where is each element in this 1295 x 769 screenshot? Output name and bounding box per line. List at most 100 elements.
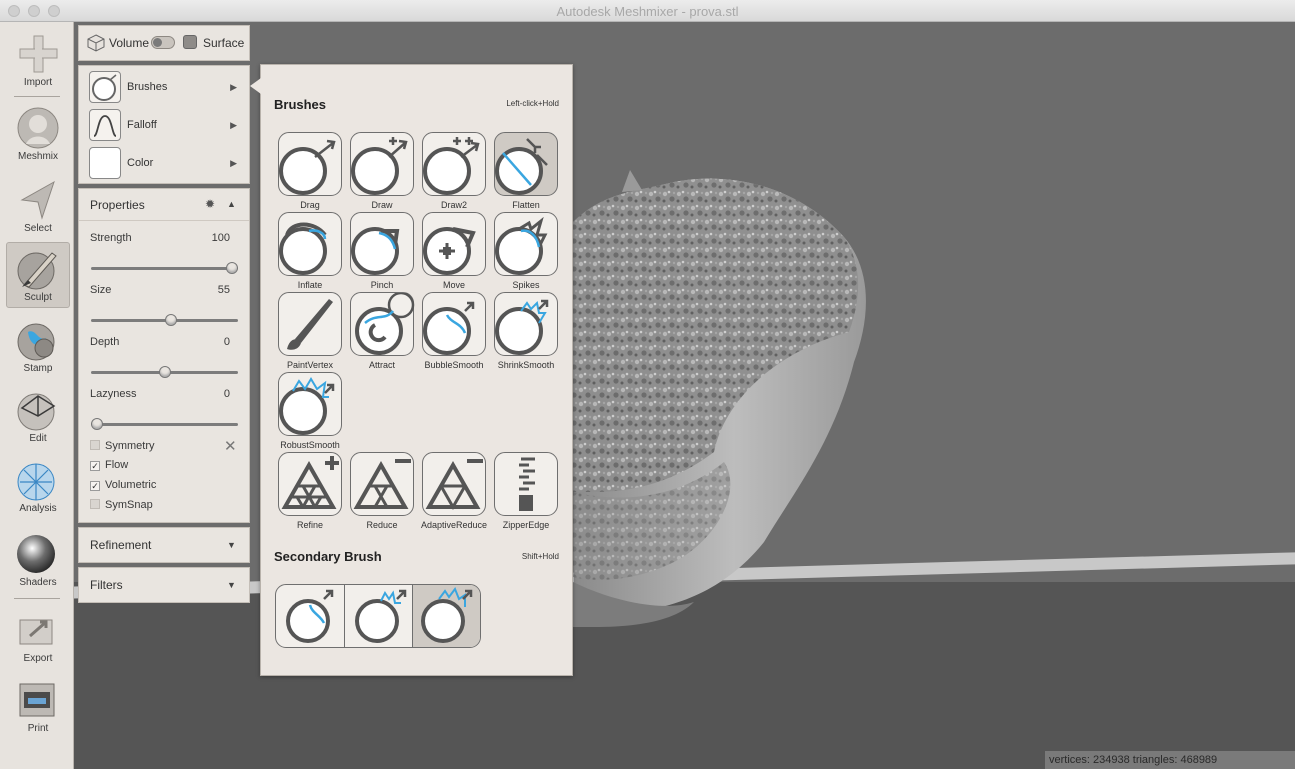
print-tool[interactable]: Print [6,674,70,740]
tool-label: Meshmix [17,151,58,162]
adaptive-reduce-icon [425,459,483,511]
tool-zipperedge[interactable] [494,452,558,516]
size-slider-thumb[interactable] [165,314,178,326]
brush-draw[interactable] [350,132,414,196]
brush-label: Draw [371,200,393,210]
gear-icon[interactable]: ✹ [205,197,215,211]
brush-label: Draw2 [440,200,467,210]
flow-label: Flow [105,459,129,471]
3d-viewport[interactable]: vertices: 234938 triangles: 468989 [74,22,1295,769]
expand-down-icon[interactable]: ▼ [227,580,236,590]
brush-spikes[interactable] [494,212,558,276]
shrink-smooth-brush-icon [495,299,549,355]
depth-row: Depth 0 [90,336,238,348]
plus-icon [19,35,58,73]
tool-label: Edit [29,433,47,444]
color-swatch [89,147,121,179]
tool-label: ZipperEdge [502,520,550,530]
meshmixer-window: Autodesk Meshmixer - prova.stl vertices:… [0,0,1295,769]
draw2-brush-icon [423,137,480,195]
flow-checkbox-row[interactable]: ✓ Flow [90,459,128,471]
sculpted-mesh-model[interactable] [74,22,1295,769]
inflate-brush-icon [279,222,327,275]
volumetric-checkbox[interactable]: ✓ [90,481,100,491]
strength-slider[interactable] [91,262,238,274]
import-tool[interactable]: Import [6,28,70,94]
brush-paintvertex[interactable] [278,292,342,356]
secondary-brush-selector [275,584,481,648]
zipper-edge-icon [519,457,535,511]
filters-panel-header[interactable]: Filters ▼ [78,567,250,603]
collapse-up-icon[interactable]: ▲ [227,199,236,209]
sculpt-tool[interactable]: Sculpt [6,242,70,308]
robust-smooth-brush-icon [279,377,335,435]
select-tool[interactable]: Select [6,174,70,240]
attract-magnet-icon [355,293,415,355]
symmetry-axis-icon[interactable]: ✕ [224,437,237,455]
tool-label: Analysis [19,503,57,514]
volume-surface-toggle[interactable] [151,36,175,49]
expand-down-icon[interactable]: ▼ [227,540,236,550]
lazyness-label: Lazyness [90,388,137,400]
falloff-label: Falloff [127,119,157,131]
refinement-panel-header[interactable]: Refinement ▼ [78,527,250,563]
brush-label: RobustSmooth [280,440,340,450]
lazyness-slider-thumb[interactable] [91,418,103,430]
symsnap-checkbox[interactable] [90,499,100,509]
paint-brush-icon [287,299,333,350]
export-icon [19,619,53,645]
color-menu-item[interactable]: Color ▶ [79,144,249,182]
secondary-shrinksmooth-option[interactable] [344,585,412,647]
meshmix-tool[interactable]: Meshmix [6,102,70,168]
brush-bubblesmooth[interactable] [422,292,486,356]
tool-adaptivereduce[interactable] [422,452,486,516]
strength-row: Strength 100 [90,232,238,244]
tool-label: Select [24,223,52,234]
surface-square-icon [183,35,197,49]
tool-label: Import [23,77,53,88]
symmetry-checkbox-row[interactable]: Symmetry [90,440,155,452]
brush-inflate[interactable] [278,212,342,276]
secondary-bubblesmooth-option[interactable] [276,585,344,647]
volumetric-checkbox-row[interactable]: ✓ Volumetric [90,479,156,491]
submenu-arrow-icon: ▶ [230,120,237,130]
edit-tool[interactable]: Edit [6,384,70,450]
brush-move[interactable] [422,212,486,276]
robust-smooth-brush-icon [421,586,473,643]
mode-panel: Volume Surface [78,25,250,61]
depth-slider[interactable] [91,366,238,378]
brushes-label: Brushes [127,81,168,93]
volume-cube-icon [87,34,105,52]
strength-slider-thumb[interactable] [226,262,238,274]
depth-slider-thumb[interactable] [158,366,171,378]
pinch-brush-icon [351,227,400,275]
properties-title: Properties [90,198,145,212]
symmetry-checkbox[interactable] [90,440,100,450]
brush-shrinksmooth[interactable] [494,292,558,356]
tool-refine[interactable] [278,452,342,516]
export-tool[interactable]: Export [6,604,70,670]
brush-pinch[interactable] [350,212,414,276]
symsnap-checkbox-row[interactable]: SymSnap [90,499,153,511]
brush-preview-icon [89,71,121,103]
lazyness-slider[interactable] [91,418,238,430]
tool-label: Stamp [23,363,53,374]
shaders-tool[interactable]: Shaders [6,528,70,594]
brushes-menu-item[interactable]: Brushes ▶ [79,68,249,106]
tool-reduce[interactable] [350,452,414,516]
brush-draw2[interactable] [422,132,486,196]
stamp-icon [17,323,55,361]
analysis-tool[interactable]: Analysis [6,454,70,520]
brush-drag[interactable] [278,132,342,196]
strength-value: 100 [211,232,230,244]
tool-label: AdaptiveReduce [420,520,488,530]
properties-header[interactable]: Properties ✹ ▲ [79,189,249,221]
brush-robustsmooth[interactable] [278,372,342,436]
size-slider[interactable] [91,314,238,326]
brush-attract[interactable] [350,292,415,356]
brush-flatten[interactable] [494,132,558,196]
flow-checkbox[interactable]: ✓ [90,461,100,471]
falloff-menu-item[interactable]: Falloff ▶ [79,106,249,144]
secondary-robustsmooth-option[interactable] [412,585,480,647]
stamp-tool[interactable]: Stamp [6,314,70,380]
